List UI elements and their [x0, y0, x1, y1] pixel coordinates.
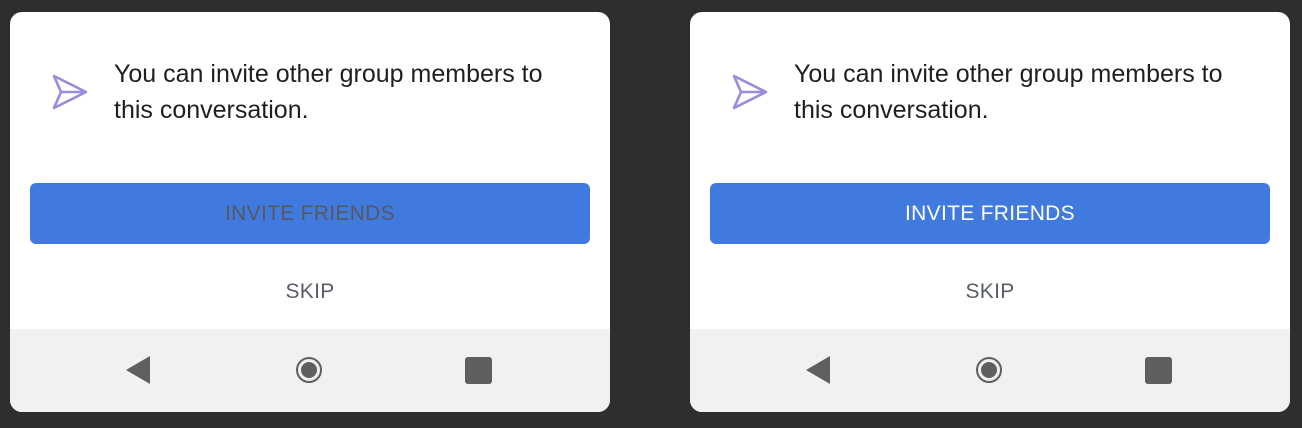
send-icon — [52, 74, 88, 110]
skip-button[interactable]: SKIP — [890, 272, 1090, 312]
skip-button[interactable]: SKIP — [210, 272, 410, 312]
recents-icon[interactable] — [1145, 357, 1172, 384]
navigation-bar — [10, 329, 610, 412]
invite-friends-button[interactable]: INVITE FRIENDS — [710, 183, 1270, 244]
invite-message: You can invite other group members to th… — [114, 60, 543, 124]
invite-friends-button[interactable]: INVITE FRIENDS — [30, 183, 590, 244]
invite-dialog-disabled: You can invite other group members to th… — [10, 12, 610, 412]
back-icon[interactable] — [806, 356, 830, 384]
invite-dialog-enabled: You can invite other group members to th… — [690, 12, 1290, 412]
send-icon — [732, 74, 768, 110]
home-icon[interactable] — [296, 357, 322, 383]
recents-icon[interactable] — [465, 357, 492, 384]
invite-message: You can invite other group members to th… — [794, 60, 1223, 124]
back-icon[interactable] — [126, 356, 150, 384]
home-icon[interactable] — [976, 357, 1002, 383]
navigation-bar — [690, 329, 1290, 412]
